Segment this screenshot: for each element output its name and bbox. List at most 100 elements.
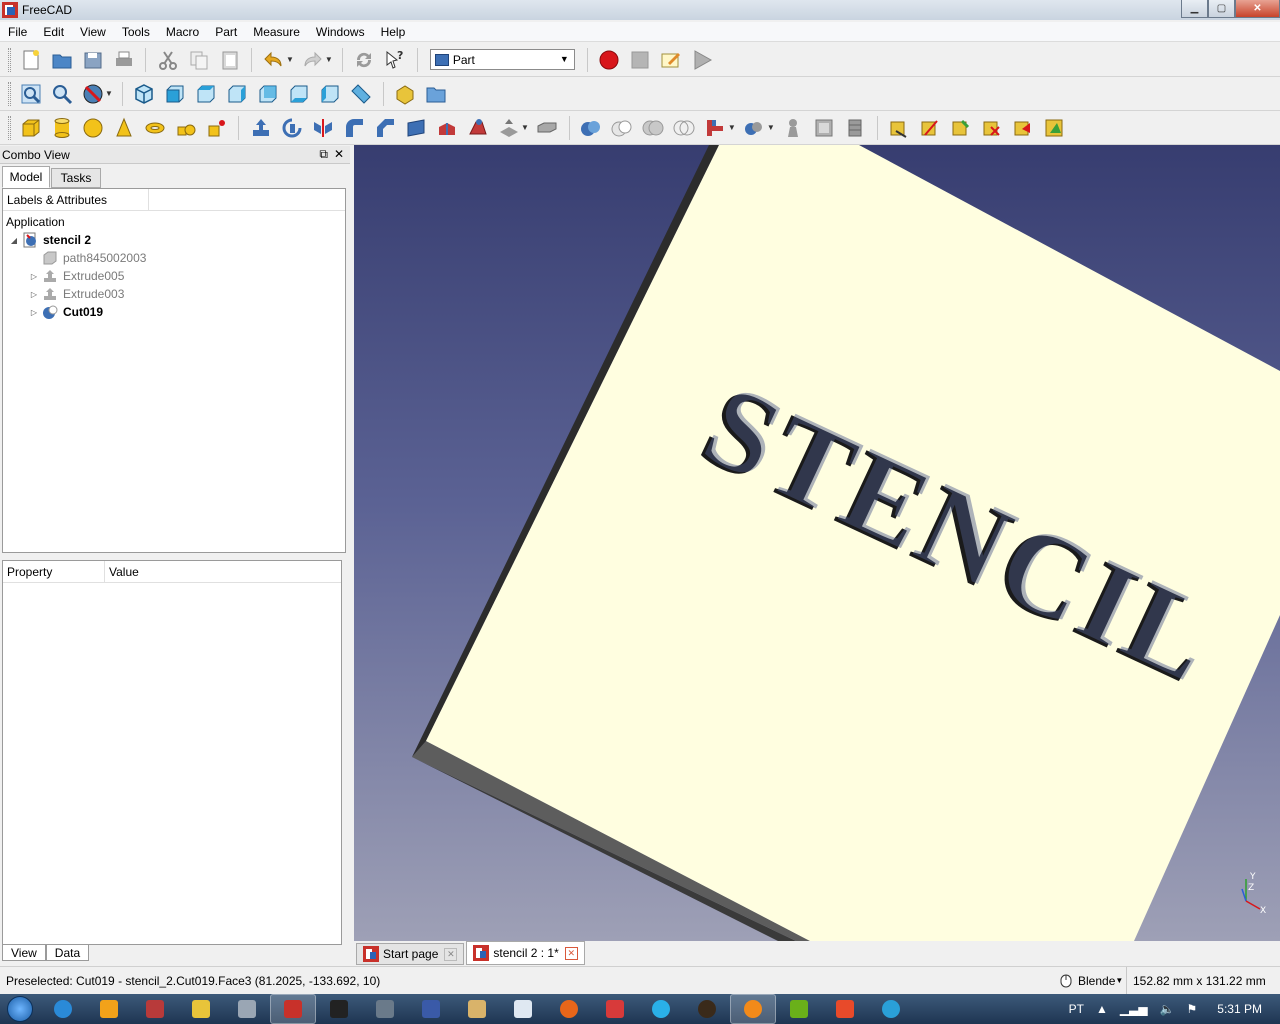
measure-toggle-3d-button[interactable] — [1010, 115, 1036, 141]
print-button[interactable] — [111, 47, 137, 73]
macro-record-button[interactable] — [596, 47, 622, 73]
menu-help[interactable]: Help — [373, 25, 414, 39]
part-thickness-button[interactable] — [534, 115, 560, 141]
3d-viewport[interactable]: STENCIL STENCIL Y Z X — [354, 145, 1280, 941]
taskbar-calculator[interactable] — [362, 994, 408, 1024]
doc-tab-stencil[interactable]: stencil 2 : 1* ✕ — [466, 941, 585, 965]
menu-macro[interactable]: Macro — [158, 25, 207, 39]
start-button[interactable] — [0, 994, 40, 1024]
part-make-face-button[interactable] — [403, 115, 429, 141]
part-check-geometry-button[interactable] — [811, 115, 837, 141]
tab-tasks[interactable]: Tasks — [51, 168, 101, 188]
tab-data[interactable]: Data — [45, 945, 90, 961]
close-tab-icon[interactable]: ✕ — [564, 946, 578, 960]
macro-stop-button[interactable] — [627, 47, 653, 73]
part-fillet-button[interactable] — [341, 115, 367, 141]
cut-button[interactable] — [155, 47, 181, 73]
part-offset-button[interactable] — [496, 115, 522, 141]
menu-part[interactable]: Part — [207, 25, 245, 39]
taskbar-app-pen[interactable] — [454, 994, 500, 1024]
taskbar-ie[interactable] — [40, 994, 86, 1024]
taskbar-nvidia[interactable] — [776, 994, 822, 1024]
paste-button[interactable] — [217, 47, 243, 73]
taskbar-media[interactable] — [86, 994, 132, 1024]
taskbar-app-dark[interactable] — [684, 994, 730, 1024]
menu-windows[interactable]: Windows — [308, 25, 373, 39]
expand-arrow-icon[interactable]: ▷ — [29, 308, 39, 317]
part-tube-button[interactable] — [173, 115, 199, 141]
minimize-button[interactable]: ▁ — [1181, 0, 1208, 18]
part-boolean-button[interactable] — [578, 115, 604, 141]
copy-button[interactable] — [186, 47, 212, 73]
offset-dropdown-icon[interactable]: ▼ — [521, 123, 529, 132]
volume-icon[interactable]: 🔈 — [1160, 1002, 1175, 1016]
menu-view[interactable]: View — [72, 25, 114, 39]
fit-selection-button[interactable] — [49, 81, 75, 107]
fit-all-button[interactable] — [18, 81, 44, 107]
property-editor[interactable]: Property Value — [2, 560, 342, 945]
join-dropdown-icon[interactable]: ▼ — [728, 123, 736, 132]
draw-style-button[interactable] — [80, 81, 106, 107]
taskbar-firefox[interactable] — [546, 994, 592, 1024]
taskbar-app-red2[interactable] — [592, 994, 638, 1024]
undo-button[interactable] — [261, 47, 287, 73]
menu-edit[interactable]: Edit — [35, 25, 72, 39]
collapse-arrow-icon[interactable]: ◢ — [9, 236, 19, 245]
expand-arrow-icon[interactable]: ▷ — [29, 290, 39, 299]
close-panel-icon[interactable]: ✕ — [334, 147, 344, 162]
menu-tools[interactable]: Tools — [114, 25, 158, 39]
menu-measure[interactable]: Measure — [245, 25, 308, 39]
redo-dropdown-icon[interactable]: ▼ — [325, 55, 333, 64]
taskbar-app-blue[interactable] — [500, 994, 546, 1024]
view-front-button[interactable] — [162, 81, 188, 107]
view-top-button[interactable] — [193, 81, 219, 107]
tree-item-path[interactable]: path845002003 — [29, 249, 146, 267]
part-sphere-button[interactable] — [80, 115, 106, 141]
float-panel-icon[interactable]: ⧉ — [319, 147, 328, 162]
tab-view[interactable]: View — [2, 945, 46, 961]
save-button[interactable] — [80, 47, 106, 73]
taskbar-app-orange[interactable] — [730, 994, 776, 1024]
part-mirror-button[interactable] — [310, 115, 336, 141]
tree-item-extrude005[interactable]: ▷ Extrude005 — [29, 267, 124, 285]
split-dropdown-icon[interactable]: ▼ — [767, 123, 775, 132]
draw-style-dropdown-icon[interactable]: ▼ — [105, 89, 113, 98]
part-chamfer-button[interactable] — [372, 115, 398, 141]
tab-model[interactable]: Model — [2, 166, 50, 188]
whats-this-button[interactable]: ? — [382, 47, 408, 73]
part-fuse-button[interactable] — [640, 115, 666, 141]
taskbar-app-multi[interactable] — [822, 994, 868, 1024]
taskbar-inkscape[interactable] — [316, 994, 362, 1024]
part-defeaturing-button[interactable] — [842, 115, 868, 141]
part-cut-button[interactable] — [609, 115, 635, 141]
taskbar-telegram[interactable] — [868, 994, 914, 1024]
view-rear-button[interactable] — [255, 81, 281, 107]
create-part-button[interactable] — [392, 81, 418, 107]
workbench-selector[interactable]: Part ▼ — [429, 49, 575, 70]
part-common-button[interactable] — [671, 115, 697, 141]
view-right-button[interactable] — [224, 81, 250, 107]
taskbar-app-grey[interactable] — [224, 994, 270, 1024]
navigation-style-selector[interactable]: Blende ▼ — [1060, 967, 1123, 994]
part-revolve-button[interactable] — [279, 115, 305, 141]
measure-linear-button[interactable] — [886, 115, 912, 141]
part-loft-button[interactable] — [465, 115, 491, 141]
open-button[interactable] — [49, 47, 75, 73]
tree-item-document[interactable]: ◢ stencil 2 — [9, 231, 91, 249]
part-box-button[interactable] — [18, 115, 44, 141]
part-compound-button[interactable] — [780, 115, 806, 141]
doc-tab-start-page[interactable]: Start page ✕ — [356, 943, 465, 965]
new-document-button[interactable] — [18, 47, 44, 73]
taskbar-disk[interactable] — [408, 994, 454, 1024]
macro-run-button[interactable] — [689, 47, 715, 73]
language-indicator[interactable]: PT — [1069, 1002, 1084, 1016]
part-cone-button[interactable] — [111, 115, 137, 141]
part-extrude-button[interactable] — [248, 115, 274, 141]
tree-item-cut019[interactable]: ▷ Cut019 — [29, 303, 103, 321]
model-tree[interactable]: Labels & Attributes Application ◢ stenci… — [2, 188, 346, 553]
taskbar-app-red[interactable] — [132, 994, 178, 1024]
tray-expand-icon[interactable]: ▲ — [1096, 1002, 1108, 1016]
macro-edit-button[interactable] — [658, 47, 684, 73]
taskbar-freecad[interactable] — [270, 994, 316, 1024]
clock[interactable]: 5:31 PM — [1217, 1002, 1262, 1016]
